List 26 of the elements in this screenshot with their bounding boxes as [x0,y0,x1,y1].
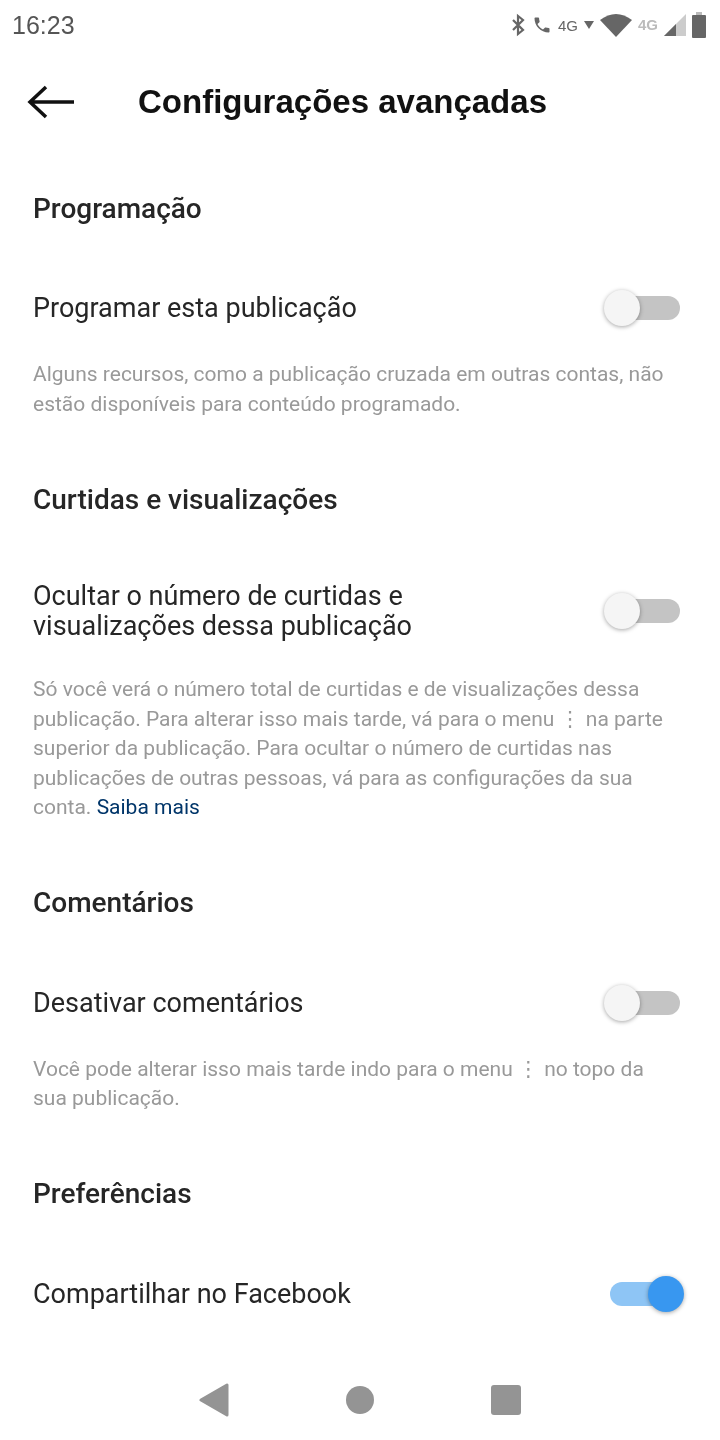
toggle-switch[interactable] [604,984,680,1021]
signal-icon [664,14,686,36]
data-arrow-icon [584,21,594,29]
back-icon[interactable] [199,1383,229,1417]
setting-label: Programar esta publicação [33,293,357,323]
setting-description: Alguns recursos, como a publicação cruzada em outras contas, não estão disponíveis para conteúdo programado. [32,361,665,418]
section-heading: Comentários [33,886,194,919]
setting-description: Só você verá o número total de curtidas e de visualizações dessa publicação. Para alterar isso mais tarde, vá para o menu ⋮ na parte superior da publicação. Para ocultar o número de curtidas nas publicações de outras pessoas, vá para as configurações da sua conta. Saiba mais [32,676,664,821]
bluetooth-icon [509,13,526,37]
toggle-switch[interactable] [604,593,680,629]
status-time: 16:23 [12,10,75,40]
page-title: Configurações avançadas [138,83,547,121]
section-heading: Curtidas e visualizações [33,482,338,516]
wifi-icon [600,13,632,37]
setting-description: Você pode alterar isso mais tarde indo para o menu ⋮ no topo da sua publicação. [32,1055,645,1112]
setting-label: Ocultar o número de curtidas e visualizações dessa publicação [33,581,413,641]
section-heading: Preferências [33,1177,192,1210]
network-label: 4G [638,16,658,33]
network-label: 4G [557,16,578,34]
setting-label: Compartilhar no Facebook [33,1278,351,1309]
learn-more-link[interactable]: Saiba mais [96,795,200,819]
toggle-switch[interactable] [604,290,680,326]
battery-icon [692,12,706,38]
setting-label: Desativar comentários [33,987,304,1018]
section-heading: Programação [33,191,202,225]
home-icon[interactable] [345,1385,375,1415]
